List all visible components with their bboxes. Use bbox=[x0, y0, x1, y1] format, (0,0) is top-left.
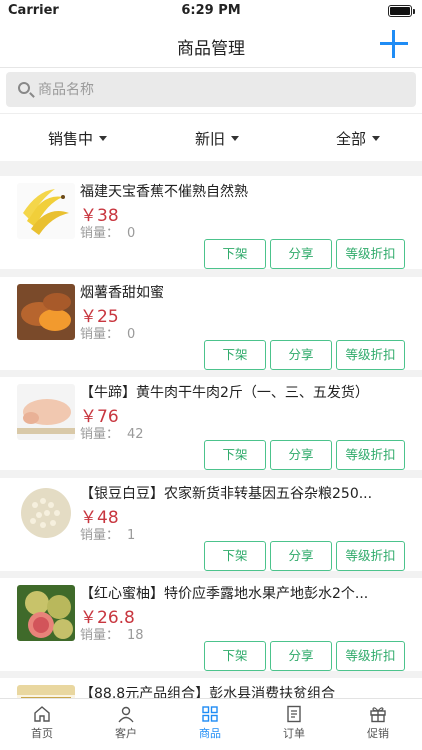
grid-icon bbox=[202, 706, 218, 722]
product-image bbox=[17, 485, 75, 541]
filter-category-label: 全部 bbox=[336, 130, 367, 148]
navigation-bar: 商品管理 bbox=[0, 22, 422, 68]
product-card[interactable]: 福建天宝香蕉不催熟自然熟 ￥38 销量： 0 下架 分享 等级折扣 bbox=[0, 176, 422, 269]
level-discount-button[interactable]: 等级折扣 bbox=[336, 340, 405, 370]
product-title: 【红心蜜柚】特价应季露地水果产地彭水2个... bbox=[80, 586, 369, 602]
sales-label: 销量： bbox=[80, 226, 120, 241]
product-image bbox=[17, 384, 75, 440]
product-image bbox=[17, 284, 75, 340]
product-sales: 销量： 0 bbox=[80, 323, 135, 342]
tab-products-label: 商品 bbox=[199, 727, 221, 740]
delist-button[interactable]: 下架 bbox=[204, 440, 266, 470]
caret-down-icon bbox=[99, 136, 108, 141]
filter-status-label: 销售中 bbox=[48, 130, 94, 148]
product-image bbox=[17, 585, 75, 641]
tab-products[interactable]: 商品 bbox=[180, 705, 240, 741]
share-button[interactable]: 分享 bbox=[270, 541, 332, 571]
sales-count: 0 bbox=[127, 226, 136, 241]
product-image bbox=[17, 183, 75, 239]
filter-status[interactable]: 销售中 bbox=[48, 128, 108, 149]
product-card[interactable]: 【牛蹄】黄牛肉干牛肉2斤（一、三、五发货） ￥76 销量： 42 下架 分享 等级… bbox=[0, 377, 422, 470]
user-icon bbox=[118, 706, 134, 723]
clock: 6:29 PM bbox=[181, 3, 241, 18]
tab-promotions-label: 促销 bbox=[367, 727, 389, 740]
sales-count: 1 bbox=[127, 528, 136, 543]
delist-button[interactable]: 下架 bbox=[204, 239, 266, 269]
search-box[interactable] bbox=[6, 72, 416, 107]
product-title: 【银豆白豆】农家新货非转基因五谷杂粮250... bbox=[80, 486, 373, 502]
product-sales: 销量： 18 bbox=[80, 624, 144, 643]
share-button[interactable]: 分享 bbox=[270, 440, 332, 470]
sales-label: 销量： bbox=[80, 528, 120, 543]
share-button[interactable]: 分享 bbox=[270, 239, 332, 269]
share-button[interactable]: 分享 bbox=[270, 641, 332, 671]
tab-customers[interactable]: 客户 bbox=[96, 705, 156, 741]
filter-category[interactable]: 全部 bbox=[336, 128, 381, 149]
caret-down-icon bbox=[231, 136, 240, 141]
search-bar bbox=[0, 68, 422, 113]
product-title: 福建天宝香蕉不催熟自然熟 bbox=[80, 184, 248, 200]
delist-button[interactable]: 下架 bbox=[204, 641, 266, 671]
tab-bar: 首页 客户 商品 订单 促销 bbox=[0, 698, 422, 750]
product-image bbox=[17, 685, 75, 698]
status-bar: Carrier 6:29 PM bbox=[0, 0, 422, 22]
product-sales: 销量： 42 bbox=[80, 423, 144, 442]
level-discount-button[interactable]: 等级折扣 bbox=[336, 541, 405, 571]
tab-customers-label: 客户 bbox=[115, 727, 137, 740]
product-title: 烟薯香甜如蜜 bbox=[80, 285, 164, 301]
battery-icon bbox=[388, 5, 415, 17]
level-discount-button[interactable]: 等级折扣 bbox=[336, 440, 405, 470]
tab-orders-label: 订单 bbox=[283, 727, 305, 740]
gift-icon bbox=[370, 707, 386, 723]
product-sales: 销量： 0 bbox=[80, 222, 135, 241]
product-card[interactable]: 【红心蜜柚】特价应季露地水果产地彭水2个... ￥26.8 销量： 18 下架 分… bbox=[0, 578, 422, 671]
product-card[interactable]: 烟薯香甜如蜜 ￥25 销量： 0 下架 分享 等级折扣 bbox=[0, 277, 422, 370]
product-sales: 销量： 1 bbox=[80, 524, 135, 543]
product-title: 【88.8元产品组合】彭水县消费扶贫组合 bbox=[80, 686, 336, 698]
product-list: 福建天宝香蕉不催熟自然熟 ￥38 销量： 0 下架 分享 等级折扣 烟薯香甜如蜜 … bbox=[0, 170, 422, 698]
sales-count: 18 bbox=[127, 628, 144, 643]
add-icon[interactable] bbox=[380, 30, 408, 58]
search-icon bbox=[18, 82, 30, 94]
filter-condition[interactable]: 新旧 bbox=[195, 128, 240, 149]
home-icon bbox=[34, 706, 50, 722]
caret-down-icon bbox=[372, 136, 381, 141]
product-card[interactable]: 【银豆白豆】农家新货非转基因五谷杂粮250... ￥48 销量： 1 下架 分享 … bbox=[0, 478, 422, 571]
page-title: 商品管理 bbox=[177, 39, 245, 59]
tab-promotions[interactable]: 促销 bbox=[348, 705, 408, 741]
product-title: 【牛蹄】黄牛肉干牛肉2斤（一、三、五发货） bbox=[80, 385, 369, 401]
sales-count: 42 bbox=[127, 427, 144, 442]
level-discount-button[interactable]: 等级折扣 bbox=[336, 641, 405, 671]
tab-home[interactable]: 首页 bbox=[12, 705, 72, 741]
tab-home-label: 首页 bbox=[31, 727, 53, 740]
filter-condition-label: 新旧 bbox=[195, 130, 226, 148]
document-icon bbox=[287, 705, 301, 723]
sales-label: 销量： bbox=[80, 427, 120, 442]
share-button[interactable]: 分享 bbox=[270, 340, 332, 370]
sales-label: 销量： bbox=[80, 327, 120, 342]
search-input[interactable] bbox=[38, 72, 398, 107]
sales-count: 0 bbox=[127, 327, 136, 342]
filter-bar: 销售中 新旧 全部 bbox=[0, 113, 422, 161]
delist-button[interactable]: 下架 bbox=[204, 340, 266, 370]
tab-orders[interactable]: 订单 bbox=[264, 705, 324, 741]
sales-label: 销量： bbox=[80, 628, 120, 643]
delist-button[interactable]: 下架 bbox=[204, 541, 266, 571]
product-card[interactable]: 【88.8元产品组合】彭水县消费扶贫组合 bbox=[0, 678, 422, 698]
level-discount-button[interactable]: 等级折扣 bbox=[336, 239, 405, 269]
